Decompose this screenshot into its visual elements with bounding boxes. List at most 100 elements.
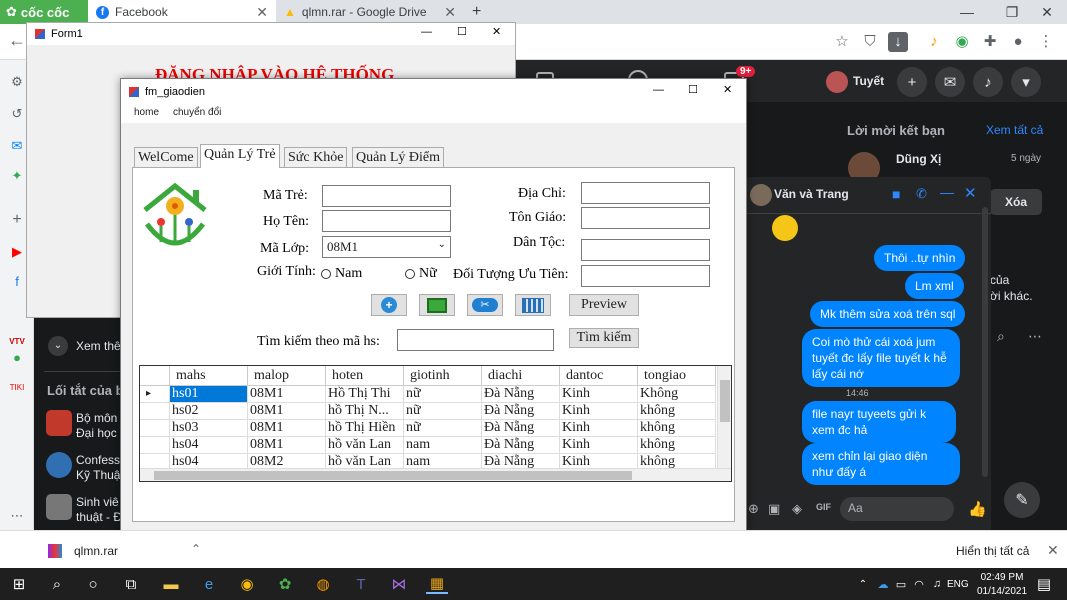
more-dots-icon[interactable]: ⋯	[9, 508, 25, 524]
see-all-link[interactable]: Xem tất cả	[986, 123, 1043, 137]
close-window-icon[interactable]: ✕	[1027, 0, 1067, 24]
firefox-icon[interactable]: ◍	[312, 574, 334, 594]
winforms-app-icon[interactable]: ▦	[426, 574, 448, 594]
close-icon[interactable]: ✕	[492, 25, 501, 38]
column-header[interactable]: dantoc	[560, 366, 638, 386]
shortcut-line[interactable]: thuật - Đ	[76, 510, 122, 524]
row-header[interactable]: ▸	[140, 386, 170, 403]
uu-tien-input[interactable]	[581, 265, 710, 287]
close-icon[interactable]: ✕	[723, 83, 732, 96]
messenger-icon[interactable]: ✉	[935, 67, 965, 97]
shortcut-line[interactable]: Đại học :	[76, 426, 123, 440]
scrollbar-thumb[interactable]	[154, 471, 632, 480]
menu-chuyen-doi[interactable]: chuyển đổi	[173, 107, 221, 118]
coccoc-icon[interactable]: ✿	[274, 574, 296, 594]
table-cell[interactable]: 08M1	[248, 437, 326, 454]
table-cell[interactable]: Kinh	[560, 420, 638, 437]
table-cell[interactable]: hồ Thị Hiền	[326, 420, 404, 437]
sticker-icon[interactable]: ◈	[792, 501, 802, 517]
delete-request-button[interactable]: Xóa	[990, 189, 1042, 215]
messenger-icon[interactable]: ✉	[9, 138, 25, 154]
facebook-icon[interactable]: f	[9, 274, 25, 290]
add-button[interactable]: +	[371, 294, 407, 316]
new-message-icon[interactable]: ✎	[1004, 482, 1040, 518]
download-filename[interactable]: qlmn.rar	[74, 544, 118, 558]
table-cell[interactable]: nữ	[404, 420, 482, 437]
close-icon[interactable]: ✕	[256, 4, 268, 21]
youtube-icon[interactable]: ▶	[9, 244, 25, 260]
table-cell[interactable]: 08M1	[248, 420, 326, 437]
table-cell[interactable]: Kinh	[560, 403, 638, 420]
avatar[interactable]	[826, 71, 848, 93]
shortcut-thumb[interactable]	[46, 452, 72, 478]
tab-facebook[interactable]: f Facebook ✕	[88, 0, 276, 24]
table-cell[interactable]: không	[638, 420, 716, 437]
friend-name[interactable]: Dũng Xị	[896, 152, 941, 166]
ton-giao-input[interactable]	[581, 207, 710, 229]
minimize-icon[interactable]: —	[947, 0, 987, 24]
column-header[interactable]: giotinh	[404, 366, 482, 386]
tab-google-drive[interactable]: ▲ qlmn.rar - Google Drive ✕	[276, 0, 464, 24]
save-button[interactable]	[419, 294, 455, 316]
table-cell[interactable]: nam	[404, 437, 482, 454]
table-cell[interactable]: nữ	[404, 386, 482, 403]
profile-name[interactable]: Tuyết	[853, 74, 884, 88]
gif-icon[interactable]: GIF	[816, 502, 831, 512]
tab-quan-ly-diem[interactable]: Quản Lý Điểm	[352, 147, 444, 167]
table-cell[interactable]: hồ Thị N...	[326, 403, 404, 420]
map-pin-icon[interactable]: ●	[9, 350, 25, 366]
shortcut-line[interactable]: Sinh viê	[76, 495, 119, 509]
chat-avatar[interactable]	[750, 184, 772, 206]
radio-nu[interactable]: Nữ	[405, 266, 437, 282]
teams-icon[interactable]: T	[350, 574, 372, 594]
row-header[interactable]	[140, 420, 170, 437]
shield-icon[interactable]: ⛉	[860, 32, 880, 52]
column-header[interactable]: hoten	[326, 366, 404, 386]
table-cell[interactable]: hs03	[170, 420, 248, 437]
column-header[interactable]: diachi	[482, 366, 560, 386]
ma-lop-select[interactable]: 08M1 ⌄	[322, 236, 451, 258]
chevron-up-icon[interactable]: ⌃	[191, 542, 201, 556]
maximize-icon[interactable]: ☐	[457, 25, 467, 38]
message-input[interactable]: Aa	[840, 497, 954, 521]
horizontal-scrollbar[interactable]	[140, 468, 731, 481]
preview-button[interactable]: Preview	[569, 294, 639, 316]
close-icon[interactable]: ✕	[1047, 542, 1059, 559]
clock-date[interactable]: 01/14/2021	[976, 586, 1028, 597]
table-cell[interactable]: Hồ Thị Thi	[326, 386, 404, 403]
table-cell[interactable]: 08M1	[248, 403, 326, 420]
scrollbar-thumb[interactable]	[720, 380, 730, 422]
image-icon[interactable]: ▣	[768, 501, 780, 517]
tab-quan-ly-tre[interactable]: Quản Lý Trẻ	[200, 144, 280, 168]
minimize-icon[interactable]: —	[421, 26, 432, 38]
table-cell[interactable]: Đà Nẵng	[482, 403, 560, 420]
coccoc-extension-icon[interactable]: ◉	[952, 32, 972, 52]
windows-start-icon[interactable]: ⊞	[8, 574, 30, 594]
more-options-icon[interactable]: ⋯	[1028, 328, 1042, 345]
gamepad-icon[interactable]: ✦	[9, 168, 25, 184]
ma-tre-input[interactable]	[322, 185, 451, 207]
back-arrow-icon[interactable]: ←	[8, 30, 26, 51]
chat-title[interactable]: Văn và Trang	[774, 187, 849, 201]
delete-button[interactable]	[515, 294, 551, 316]
visual-studio-icon[interactable]: ⋈	[388, 574, 410, 594]
shortcut-line[interactable]: Kỹ Thuật	[76, 468, 124, 482]
language-indicator[interactable]: ENG	[947, 579, 969, 590]
column-header[interactable]: malop	[248, 366, 326, 386]
tab-welcome[interactable]: WelCome	[134, 147, 198, 167]
file-explorer-icon[interactable]: ▬	[160, 574, 182, 594]
table-cell[interactable]: Không	[638, 386, 716, 403]
task-view-icon[interactable]: ⧉	[120, 574, 142, 594]
phone-icon[interactable]: ✆	[916, 186, 927, 202]
column-header[interactable]: mahs	[170, 366, 248, 386]
account-dropdown-icon[interactable]: ▾	[1011, 67, 1041, 97]
chat-scrollbar[interactable]	[982, 207, 988, 477]
extension-icon[interactable]: ♪	[924, 32, 944, 52]
attach-icon[interactable]: ⊕	[748, 501, 759, 517]
column-header[interactable]: tongiao	[638, 366, 716, 386]
new-tab-button[interactable]: +	[464, 0, 489, 24]
close-icon[interactable]: ✕	[444, 4, 456, 21]
shortcut-line[interactable]: Bộ môn	[76, 411, 117, 425]
video-call-icon[interactable]: ■	[892, 186, 900, 202]
chevron-down-icon[interactable]: ⌄	[48, 336, 68, 356]
